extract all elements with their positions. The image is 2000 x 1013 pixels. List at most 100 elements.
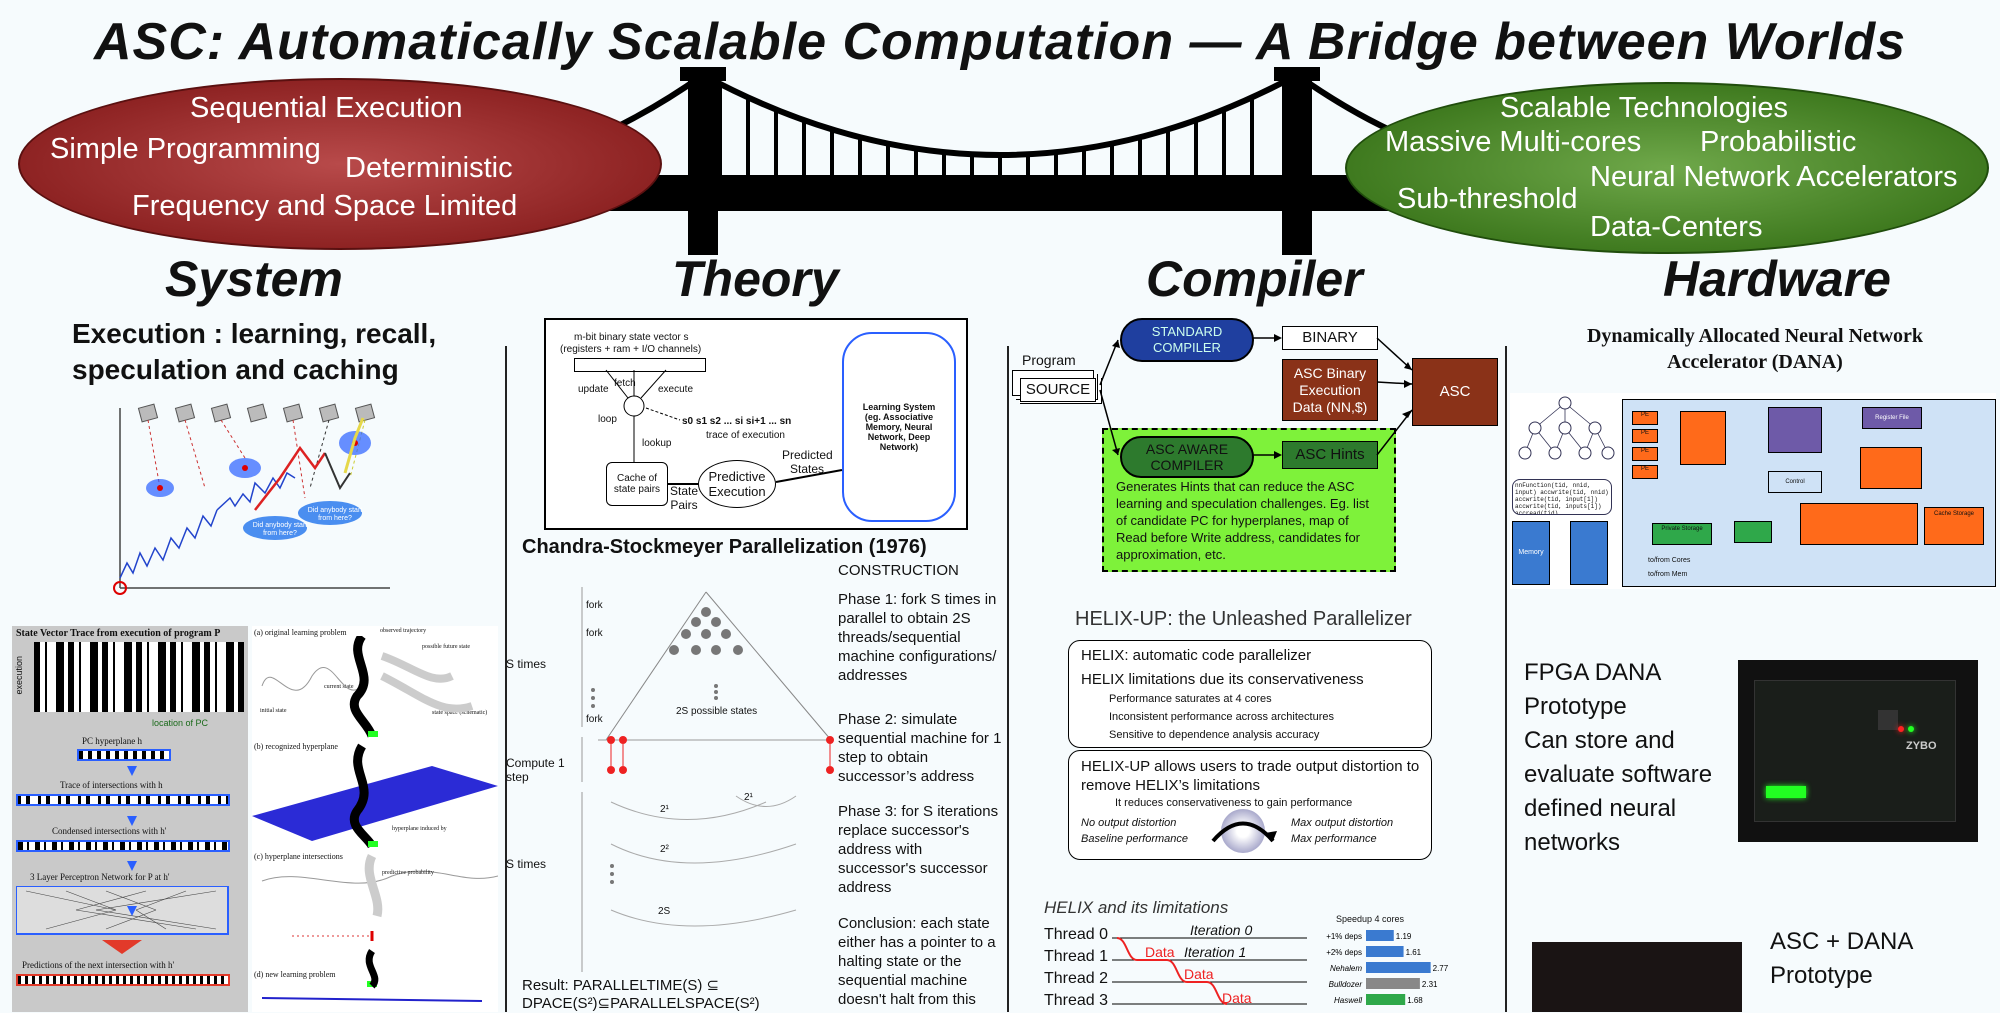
helix-bullet-1: HELIX: automatic code parallelizer xyxy=(1081,647,1312,664)
tree-s-times-label: S times xyxy=(506,657,547,671)
oval-text-probabilistic: Probabilistic xyxy=(1700,126,1857,158)
neural-network-icon xyxy=(1518,396,1615,460)
trace-flow-arrows xyxy=(127,766,137,916)
pe-block-4: PE xyxy=(1632,465,1658,479)
cores-block xyxy=(1570,521,1608,585)
fpga-chip xyxy=(1878,710,1898,730)
speedup-bar-label: +1% deps xyxy=(1326,932,1362,941)
construction-label: CONSTRUCTION xyxy=(838,562,959,579)
pe-block-2: PE xyxy=(1632,429,1658,443)
oval-text-simple-programming: Simple Programming xyxy=(50,133,321,165)
pe-block-1: PE xyxy=(1632,411,1658,425)
helix-sub-2: Inconsistent performance across architec… xyxy=(1109,711,1334,723)
control-block: Control xyxy=(1768,471,1822,493)
speedup-bar-label: Haswell xyxy=(1334,996,1362,1005)
pe-block-3: PE xyxy=(1632,447,1658,461)
oval-text-nn-accelerators: Neural Network Accelerators xyxy=(1590,161,1958,193)
zybo-label: ZYBO xyxy=(1906,740,1937,752)
hyperplane-induced-label: hyperplane induced by xyxy=(392,826,447,832)
speedup-value-label: 2.77 xyxy=(1433,964,1449,973)
fpga-dana-description: FPGA DANA Prototype Can store and evalua… xyxy=(1524,656,1712,860)
trace-title: State Vector Trace from execution of pro… xyxy=(16,628,221,639)
private-storage-block: Private Storage xyxy=(1652,523,1712,545)
observed-trajectory-label: observed trajectory xyxy=(380,628,427,634)
section-system: System xyxy=(165,251,343,307)
oval-text-deterministic: Deterministic xyxy=(345,152,513,184)
panel-c-label: (c) hyperplane intersections xyxy=(254,852,343,861)
predictions-bar xyxy=(16,974,230,986)
speedup-bar-label: Bulldozer xyxy=(1329,980,1363,989)
tree-power-2: 2¹ xyxy=(744,792,753,803)
dana-title-line2: Accelerator (DANA) xyxy=(1667,351,1843,373)
thread-1-label: Thread 1 xyxy=(1044,948,1109,965)
conclusion-text: Conclusion: each state either has a poin… xyxy=(838,915,996,1008)
transaction-table xyxy=(1768,407,1822,453)
speedup-title: Speedup 4 cores xyxy=(1336,914,1405,924)
speedup-bar xyxy=(1366,946,1404,957)
speedup-value-label: 1.61 xyxy=(1406,948,1422,957)
oval-text-frequency-space: Frequency and Space Limited xyxy=(132,190,518,222)
compiler-flow-arrows xyxy=(1099,334,1413,459)
oval-text-subthreshold: Sub-threshold xyxy=(1397,183,1578,215)
predictive-probability-label: predictive probability xyxy=(382,870,434,876)
dana-title: Dynamically Allocated Neural Network Acc… xyxy=(1510,323,2000,375)
speedup-bar-label: +2% deps xyxy=(1326,948,1362,957)
data-label-3: Data xyxy=(1222,990,1252,1006)
speedup-value-label: 1.19 xyxy=(1396,932,1412,941)
panel-b-label: (b) recognized hyperplane xyxy=(254,742,338,751)
trace-intersections-label: Trace of intersections with h xyxy=(60,780,163,790)
divider-theory-compiler xyxy=(1007,346,1009,1012)
oval-text-sequential-execution: Sequential Execution xyxy=(190,92,463,124)
section-hardware: Hardware xyxy=(1663,251,1891,307)
section-compiler: Compiler xyxy=(1146,251,1363,307)
learning-system-box: Learning System (eg. Associative Memory,… xyxy=(842,332,956,522)
system-heading-line2: speculation and caching xyxy=(72,354,399,385)
speedup-value-label: 1.68 xyxy=(1407,996,1423,1005)
helix-sub-1: Performance saturates at 4 cores xyxy=(1109,693,1272,705)
pe-table xyxy=(1680,411,1726,465)
register-file-block: Register File xyxy=(1862,407,1922,429)
phase3-text: Phase 3: for S iterations replace succes… xyxy=(838,803,999,896)
possible-states-label: 2S possible states xyxy=(676,706,758,717)
helix-up-sub: It reduces conservativeness to gain perf… xyxy=(1115,797,1353,809)
location-pc-label: location of PC xyxy=(152,718,209,728)
speedup-bar xyxy=(1366,994,1406,1005)
speedup-bar-label: Nehalem xyxy=(1330,964,1362,973)
fpga-board-photo: ZYBO xyxy=(1738,660,1978,842)
dana-code-box: nnFunction(tid, nnid, input) accwrite(ti… xyxy=(1512,479,1612,515)
speedup-value-label: 2.31 xyxy=(1422,980,1438,989)
knob-arrow-icon xyxy=(1211,821,1277,843)
phase1-text: Phase 1: fork S times in parallel to obt… xyxy=(838,591,997,684)
tree-fork-label-3: fork xyxy=(586,714,603,725)
helix-limitations-title: HELIX and its limitations xyxy=(1044,898,1229,917)
state-space-trajectory-figure xyxy=(113,403,390,595)
trace-barcode xyxy=(34,642,244,712)
iteration-0-label: Iteration 0 xyxy=(1190,922,1253,938)
helix-sub-3: Sensitive to dependence analysis accurac… xyxy=(1109,729,1320,741)
dana-title-line1: Dynamically Allocated Neural Network xyxy=(1586,325,1924,347)
speedup-bar xyxy=(1366,930,1394,941)
oval-text-scalable-technologies: Scalable Technologies xyxy=(1500,92,1789,124)
fpga-line-5: defined neural xyxy=(1524,795,1677,822)
tree-power-4: 2S xyxy=(658,906,671,917)
result-line2: DPACE(S²)⊆PARALLELSPACE(S²) xyxy=(522,995,760,1012)
hyperplane-drawings xyxy=(252,636,498,1002)
tree-fork-label-1: fork xyxy=(586,600,603,611)
execution-model-diagram: m-bit binary state vector s (registers +… xyxy=(544,318,968,530)
tree-power-1: 2¹ xyxy=(660,804,669,815)
condensed-label: Condensed intersections with h' xyxy=(52,826,167,836)
thread-3-label: Thread 3 xyxy=(1044,992,1109,1009)
tree-fork-label-2: fork xyxy=(586,628,603,639)
helix-box-2: HELIX-UP allows users to trade output di… xyxy=(1068,750,1432,860)
to-from-mem-label: to/from Mem xyxy=(1648,571,1688,578)
cache-storage-block: Cache Storage xyxy=(1924,507,1984,545)
cache-block xyxy=(1800,503,1918,545)
max-performance-label: Max performance xyxy=(1291,833,1377,845)
perceptron-label: 3 Layer Perceptron Network for P at h' xyxy=(30,872,170,882)
oval-text-data-centers: Data-Centers xyxy=(1590,211,1763,243)
asc-dana-photo xyxy=(1532,942,1742,1012)
green-led xyxy=(1908,726,1914,732)
tree-compute-label: Compute 1 step xyxy=(506,756,565,784)
learning-system-label: Learning System (eg. Associative Memory,… xyxy=(862,402,936,452)
helix-box-1: HELIX: automatic code parallelizer HELIX… xyxy=(1068,640,1432,748)
